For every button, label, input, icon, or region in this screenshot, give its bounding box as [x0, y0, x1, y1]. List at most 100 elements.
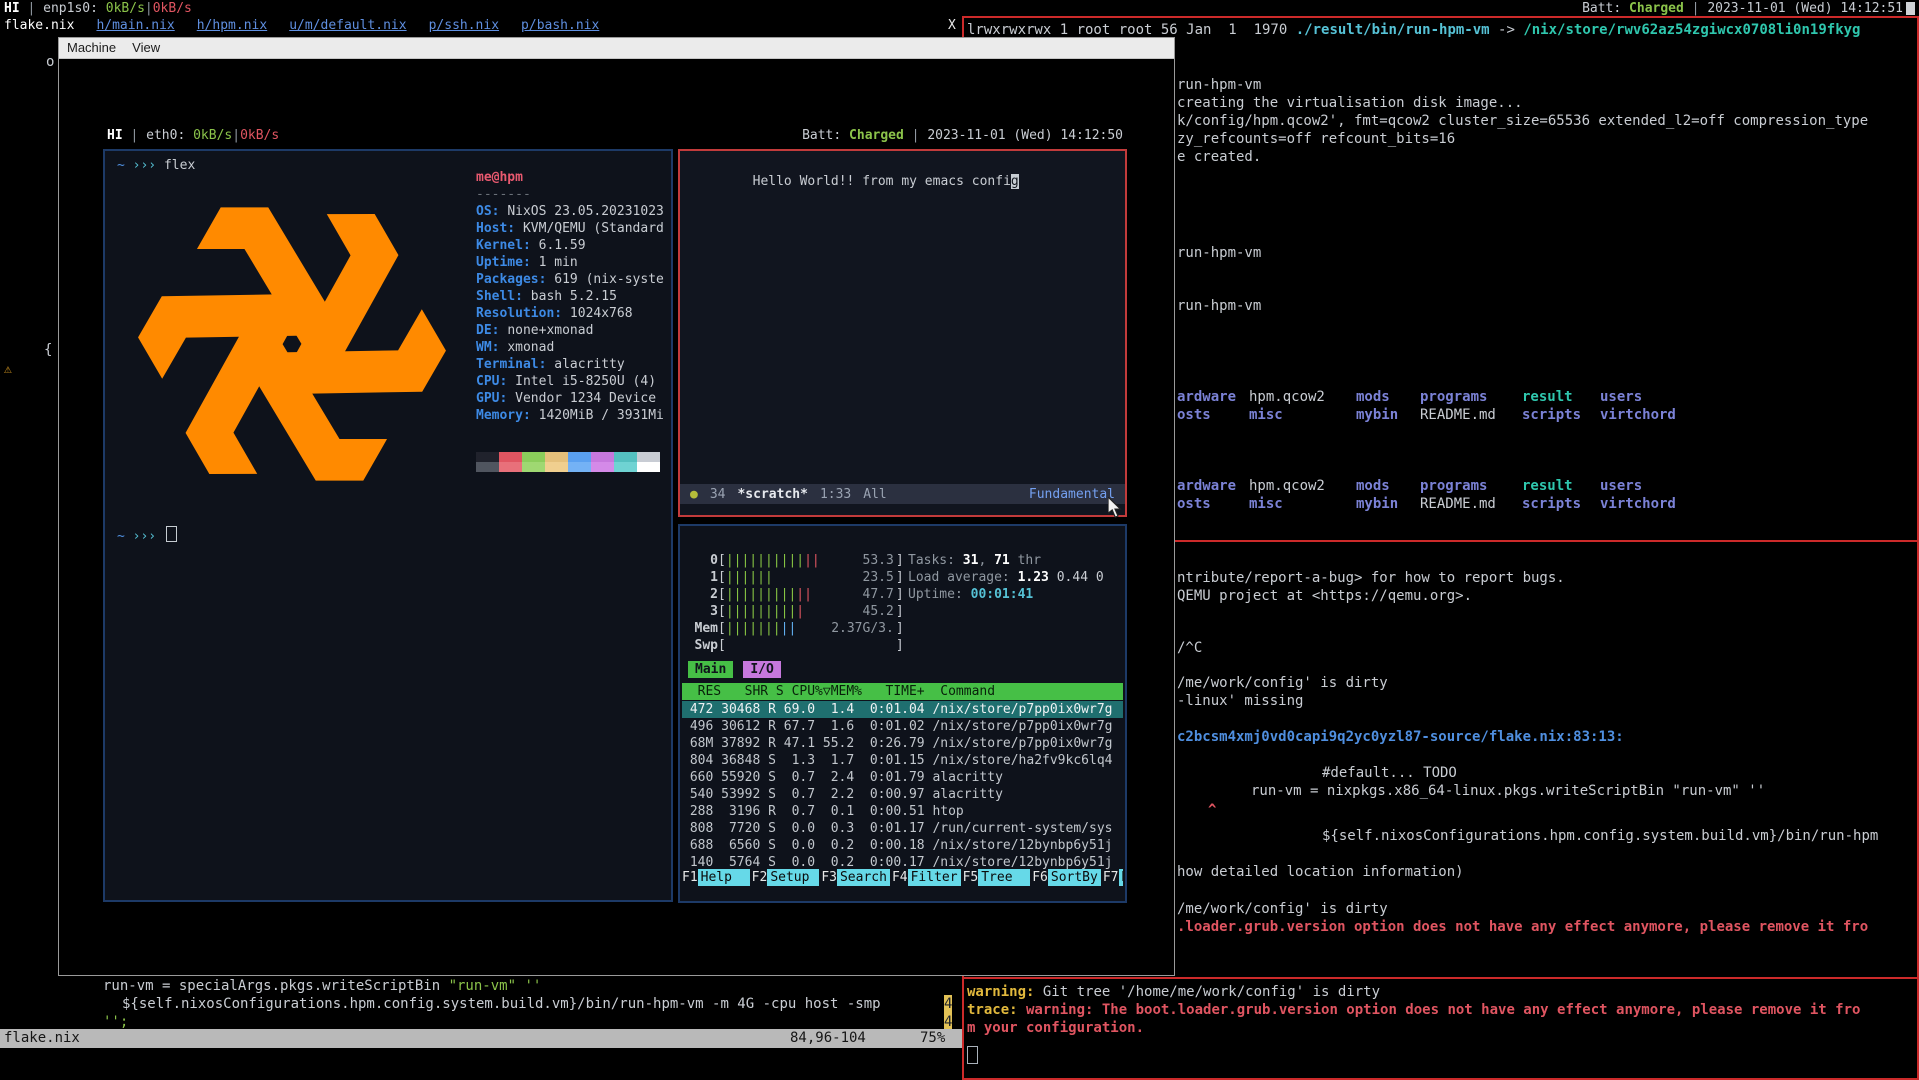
palette-swatch — [637, 452, 660, 462]
htop-pane[interactable]: 0[||||||||||||53.3]1[||||||23.5]2[||||||… — [678, 524, 1127, 903]
meter-value: 45.2 — [863, 603, 894, 620]
text-span: 1.23 — [1018, 570, 1049, 585]
shell-prompt: ~ ››› flex — [117, 157, 195, 174]
terminal-pane[interactable]: ~ ››› flex me@hpm ------- — [103, 149, 673, 902]
text-span: bash 5.2.15 — [531, 289, 617, 304]
text-span: | — [904, 128, 927, 143]
text-span: , — [978, 553, 994, 568]
fkey-label-Search[interactable]: Search — [837, 869, 890, 886]
neofetch-field: Packages: 619 (nix-syste — [476, 271, 664, 288]
meter-value: 2.37G/3. — [831, 620, 894, 637]
text-span: ] — [896, 570, 904, 585]
shell-prompt: ~ ››› — [117, 526, 177, 545]
emacs-modeline: ● 34 *scratch* 1:33 All Fundamental — [680, 484, 1125, 504]
htop-process-list: 472 30468 R 69.0 1.4 0:01.04 /nix/store/… — [682, 701, 1123, 871]
process-row[interactable]: 804 36848 S 1.3 1.7 0:01.15 /nix/store/h… — [682, 752, 1123, 769]
text-span: 1 min — [539, 255, 578, 270]
fkey-label-Help[interactable]: Help — [698, 869, 750, 886]
meter-value: 47.7 — [863, 586, 894, 603]
text-span: Uptime: — [476, 255, 539, 270]
fkey-F6[interactable]: F6 — [1032, 870, 1048, 885]
qemu-vm-window[interactable]: MachineView HI | eth0: 0kB/s|0kB/s Batt:… — [58, 37, 1175, 976]
fkey-label-Setup[interactable]: Setup — [767, 869, 819, 886]
code-line: ${self.nixosConfigurations.hpm.config.sy… — [122, 995, 889, 1013]
fkey-label-Nice[interactable]: Nice — [1119, 869, 1124, 886]
menu-item-view[interactable]: View — [132, 40, 160, 55]
process-row[interactable]: 68M 37892 R 47.1 55.2 0:26.79 /nix/store… — [682, 735, 1123, 752]
text-span: flex — [164, 158, 195, 173]
desktop: HI | enp1s0: 0kB/s|0kB/s Batt: Charged |… — [0, 0, 1919, 1080]
neofetch-field: WM: xmonad — [476, 339, 664, 356]
fkey-F5[interactable]: F5 — [963, 870, 979, 885]
text-span: [ — [718, 570, 726, 585]
text-span: 619 (nix-syste — [554, 272, 664, 287]
fkey-F4[interactable]: F4 — [892, 870, 908, 885]
neofetch-field: Terminal: alacritty — [476, 356, 664, 373]
palette-swatch — [499, 462, 522, 472]
text-span: 00:01:41 — [971, 587, 1034, 602]
process-row[interactable]: 660 55920 S 0.7 2.4 0:01.79 alacritty — [682, 769, 1123, 786]
meter-label: 2 — [688, 586, 718, 603]
palette-swatch — [614, 462, 637, 472]
fkey-label-Tree[interactable]: Tree — [978, 869, 1030, 886]
mouse-cursor-icon — [1108, 497, 1122, 519]
neofetch-field: CPU: Intel i5-8250U (4) — [476, 373, 664, 390]
htop-tab-I/O[interactable]: I/O — [743, 661, 780, 678]
text-span: "run-vm" — [449, 978, 516, 994]
fkey-F3[interactable]: F3 — [821, 870, 837, 885]
text-span: '' — [524, 978, 541, 994]
palette-swatch — [591, 452, 614, 462]
neofetch-field: Host: KVM/QEMU (Standard — [476, 220, 664, 237]
menu-item-machine[interactable]: Machine — [67, 40, 116, 55]
vim-statusline: flake.nix 84,96-104 75% — [0, 1029, 962, 1048]
text-span: | — [796, 604, 804, 619]
process-row[interactable]: 288 3196 R 0.7 0.1 0:00.51 htop — [682, 803, 1123, 820]
fkey-F7[interactable]: F7 — [1103, 870, 1119, 885]
text-span: || — [781, 621, 797, 636]
text-span: Vendor 1234 Device — [515, 391, 656, 406]
text-span: [ — [718, 621, 726, 636]
text-span: 71 — [994, 553, 1010, 568]
emacs-cursor: g — [1011, 174, 1019, 189]
meter-label: 3 — [688, 603, 718, 620]
fkey-F1[interactable]: F1 — [682, 870, 698, 885]
text-span: WM: — [476, 340, 507, 355]
neofetch-field: Kernel: 6.1.59 — [476, 237, 664, 254]
text-span: 1420MiB / 3931Mi — [539, 408, 664, 423]
fkey-label-SortBy[interactable]: SortBy — [1048, 869, 1101, 886]
text-span: run-vm = specialArgs.pkgs.writeScriptBin — [103, 978, 449, 994]
htop-info-line: Uptime: 00:01:41 — [908, 586, 1033, 603]
modified-indicator-icon: ● — [690, 487, 698, 502]
nixos-logo-icon — [127, 179, 457, 509]
text-span: ||||||| — [726, 621, 781, 636]
htop-screen-tabs: Main I/O — [688, 661, 791, 678]
statusline-ruler: 84,96-104 — [790, 1029, 866, 1048]
code-line: run-vm = specialArgs.pkgs.writeScriptBin… — [103, 977, 541, 995]
vm-clock-battery-status: Batt: Charged | 2023-11-01 (Wed) 14:12:5… — [802, 127, 1123, 145]
htop-meter-Mem: Mem[|||||||||2.37G/3.] — [688, 620, 904, 637]
palette-swatch — [522, 462, 545, 472]
neofetch-field: Shell: bash 5.2.15 — [476, 288, 664, 305]
process-row[interactable]: 540 53992 S 0.7 2.2 0:00.97 alacritty — [682, 786, 1123, 803]
modeline-scroll: All — [863, 487, 886, 502]
text-span: Intel i5-8250U (4) — [515, 374, 656, 389]
process-row[interactable]: 496 30612 R 67.7 1.6 0:01.02 /nix/store/… — [682, 718, 1123, 735]
fkey-F2[interactable]: F2 — [752, 870, 768, 885]
palette-swatch — [637, 462, 660, 472]
palette-swatch — [591, 462, 614, 472]
palette-swatch — [568, 452, 591, 462]
neofetch-field: Uptime: 1 min — [476, 254, 664, 271]
emacs-pane[interactable]: Hello World!! from my emacs config ● 34 … — [678, 149, 1127, 517]
process-row[interactable]: 472 30468 R 69.0 1.4 0:01.04 /nix/store/… — [682, 701, 1123, 718]
htop-table-header[interactable]: RES SHR S CPU%▽MEM% TIME+ Command — [682, 683, 1123, 700]
fkey-label-Filter[interactable]: Filter — [908, 869, 961, 886]
terminal-color-palette — [476, 452, 660, 472]
process-row[interactable]: 688 6560 S 0.0 0.2 0:00.18 /nix/store/12… — [682, 837, 1123, 854]
meter-label: 1 — [688, 569, 718, 586]
text-span: none+xmonad — [507, 323, 593, 338]
htop-info-line: Load average: 1.23 0.44 0 — [908, 569, 1104, 586]
htop-tab-Main[interactable]: Main — [688, 661, 733, 678]
text-span: Resolution: — [476, 306, 570, 321]
text-span: KVM/QEMU (Standard — [523, 221, 664, 236]
process-row[interactable]: 808 7720 S 0.0 0.3 0:01.17 /run/current-… — [682, 820, 1123, 837]
